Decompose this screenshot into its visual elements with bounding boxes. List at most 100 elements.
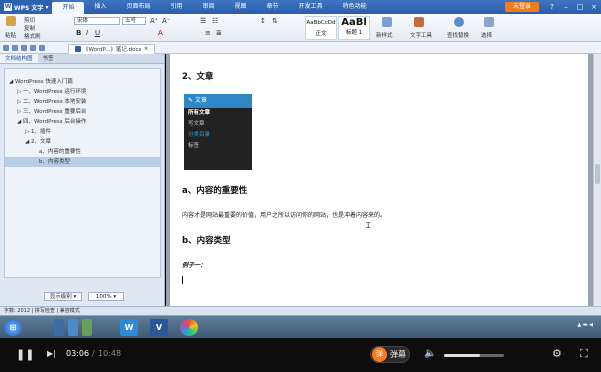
danmu-switch-knob: 弹 <box>372 347 387 362</box>
italic-icon[interactable]: I <box>86 29 88 37</box>
taskbar-app-icon[interactable] <box>82 319 92 336</box>
bold-icon[interactable]: B <box>76 29 81 37</box>
color-wheel-icon[interactable] <box>180 319 198 336</box>
save-icon[interactable] <box>3 44 9 51</box>
tree-item[interactable]: a、内容的重要性 <box>5 147 160 157</box>
line-spacing-icon[interactable]: ↕ <box>260 17 266 25</box>
underline-icon[interactable]: U <box>95 29 100 37</box>
volume-icon[interactable]: 🔈 <box>424 348 436 359</box>
style-normal[interactable]: AaBbCcDd 正文 <box>305 16 337 40</box>
wps-logo-icon: W <box>4 3 12 11</box>
tab-view[interactable]: 视图 <box>225 0 257 14</box>
select-button[interactable]: 选择 <box>481 31 492 39</box>
redo-icon[interactable] <box>39 44 45 51</box>
scroll-thumb[interactable] <box>595 164 600 184</box>
find-replace-button[interactable]: 查找替换 <box>447 31 469 39</box>
wp-menu-item: 标签 <box>188 143 200 149</box>
format-painter-button[interactable]: 格式刷 <box>24 32 41 40</box>
danmu-toggle[interactable]: 弹弹幕 <box>370 346 410 363</box>
i-beam-cursor-icon: Ɪ <box>366 221 371 230</box>
pause-icon[interactable]: ❚❚ <box>16 348 34 361</box>
cut-button[interactable]: 剪切 <box>24 16 35 24</box>
print-icon[interactable] <box>21 44 27 51</box>
app-name: WPS 文字 <box>14 4 44 12</box>
find-icon[interactable] <box>454 17 464 27</box>
undo-icon[interactable] <box>30 44 36 51</box>
document-area: 2、文章 ✎ 文章 所有文章 写文章 分类目录 标签 a、内容的重要性 内容才是… <box>166 54 593 306</box>
new-style-icon[interactable] <box>382 17 392 27</box>
font-family-select[interactable]: 宋体 <box>74 17 120 25</box>
tree-item-selected[interactable]: b、内容类型 <box>5 157 160 167</box>
tab-features[interactable]: 特色功能 <box>333 0 377 14</box>
tab-insert[interactable]: 插入 <box>84 0 116 14</box>
document-tab[interactable]: 《WordP...》笔记.docx × <box>68 43 156 54</box>
time-total: 10:48 <box>98 349 122 358</box>
taskbar-app-icon[interactable] <box>68 319 78 336</box>
font-shrink-icon[interactable]: A⁻ <box>162 17 170 25</box>
paste-button[interactable]: 粘贴 <box>5 31 16 39</box>
login-button[interactable]: 未登录 <box>504 2 539 12</box>
document-tab-title: 《WordP...》笔记.docx <box>83 47 142 53</box>
fullscreen-icon[interactable]: ⛶ <box>580 347 588 361</box>
bullet-list-icon[interactable]: ☰ <box>200 17 206 25</box>
tree-item[interactable]: ◢ 四、WordPress 后台操作 <box>5 117 160 127</box>
style-normal-label: 正文 <box>315 31 327 37</box>
nav-footer: 显示级别 ▾ 100% ▾ <box>0 290 165 304</box>
tab-page-layout[interactable]: 页面布局 <box>116 0 160 14</box>
tab-document-map[interactable]: 文档结构图 <box>0 54 38 63</box>
tree-item[interactable]: ▷ 1、插件 <box>5 127 160 137</box>
open-icon[interactable] <box>12 44 18 51</box>
text-tools-icon[interactable] <box>414 17 424 27</box>
font-color-icon[interactable]: A <box>158 29 163 37</box>
visio-taskbar-icon[interactable]: V <box>150 319 168 336</box>
font-size-select[interactable]: 五号 <box>122 17 146 25</box>
tab-bookmarks[interactable]: 书签 <box>38 54 59 63</box>
tab-section[interactable]: 章节 <box>257 0 289 14</box>
document-page[interactable]: 2、文章 ✎ 文章 所有文章 写文章 分类目录 标签 a、内容的重要性 内容才是… <box>170 54 588 306</box>
show-level-label: 显示级别 <box>49 294 72 300</box>
number-list-icon[interactable]: ☷ <box>212 17 218 25</box>
minimize-icon[interactable]: – <box>559 3 573 11</box>
tree-item[interactable]: ▷ 二、WordPress 本地安装 <box>5 97 160 107</box>
tab-review[interactable]: 审阅 <box>193 0 225 14</box>
tree-item[interactable]: ◢ WordPress 快速入门篇 <box>5 77 160 87</box>
tab-references[interactable]: 引用 <box>161 0 193 14</box>
select-icon[interactable] <box>484 17 494 27</box>
paste-icon[interactable] <box>6 16 16 26</box>
vertical-scrollbar[interactable] <box>593 54 601 306</box>
show-level-select[interactable]: 显示级别 ▾ <box>44 292 82 301</box>
tree-item[interactable]: ◢ 2、文章 <box>5 137 160 147</box>
text-tools-button[interactable]: 文字工具 <box>410 31 432 39</box>
heading-article: 2、文章 <box>182 72 214 82</box>
wps-writer-taskbar-icon[interactable]: W <box>120 319 138 336</box>
tree-item[interactable]: ▷ 三、WordPress 重要后台 <box>5 107 160 117</box>
wp-menu-item: 所有文章 <box>188 110 211 116</box>
wps-app-menu[interactable]: W WPS 文字 ▾ <box>0 0 53 14</box>
align-center-icon[interactable]: ≣ <box>216 29 222 37</box>
title-bar: W WPS 文字 ▾ 开始 插入 页面布局 引用 审阅 视图 章节 开发工具 特色功… <box>0 0 601 14</box>
settings-icon[interactable]: ⚙ <box>552 347 562 360</box>
start-icon[interactable]: ⊞ <box>4 319 22 336</box>
style-heading1[interactable]: AaBl 标题 1 <box>338 16 370 40</box>
close-icon[interactable]: × <box>587 3 601 11</box>
align-left-icon[interactable]: ≡ <box>205 29 211 37</box>
volume-slider[interactable] <box>444 354 504 357</box>
close-tab-icon[interactable]: × <box>144 46 149 52</box>
sort-icon[interactable]: ⇅ <box>272 17 278 25</box>
font-grow-icon[interactable]: A⁺ <box>150 17 158 25</box>
tab-home[interactable]: 开始 <box>52 2 85 14</box>
pin-icon: ✎ <box>188 97 194 104</box>
tab-developer[interactable]: 开发工具 <box>289 0 333 14</box>
copy-button[interactable]: 复制 <box>24 24 35 32</box>
tree-item[interactable]: ▷ 一、WordPress 运行环境 <box>5 87 160 97</box>
video-player-controls: ❚❚ ▶| 03:06 / 10:48 弹弹幕 🔈 ⚙ ⛶ <box>0 338 601 372</box>
time-separator: / <box>92 349 95 358</box>
new-style-button[interactable]: 新样式 <box>376 31 393 39</box>
nav-zoom-value: 100% <box>95 294 112 300</box>
next-icon[interactable]: ▶| <box>47 349 56 358</box>
nav-zoom-select[interactable]: 100% ▾ <box>88 292 124 301</box>
help-icon[interactable]: ? <box>545 3 559 11</box>
taskbar-app-icon[interactable] <box>54 319 64 336</box>
maximize-icon[interactable]: □ <box>573 3 587 11</box>
system-tray: ▲ ▬ ◀ <box>577 322 593 328</box>
